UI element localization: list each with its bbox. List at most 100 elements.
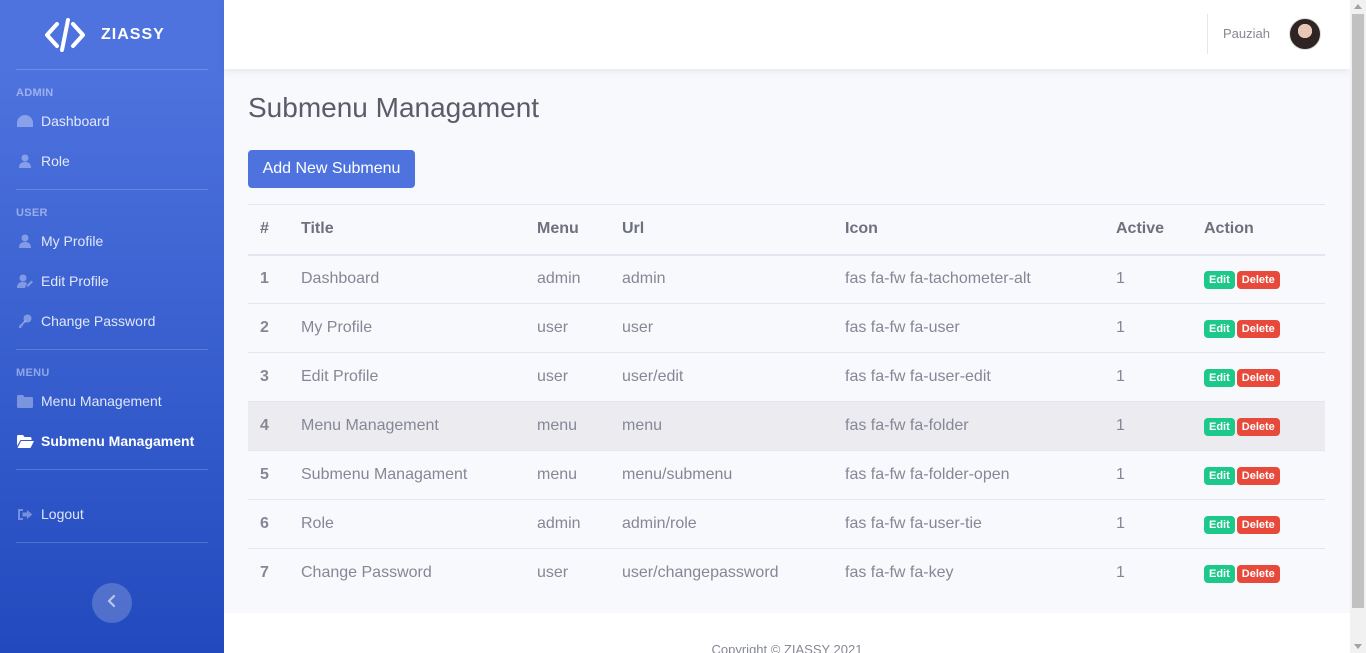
cell-title: Dashboard [289,254,525,304]
cell-title: Change Password [289,548,525,598]
user-icon [16,234,34,248]
cell-idx: 2 [248,303,289,353]
cell-idx: 7 [248,548,289,598]
sidebar-heading-admin: ADMIN [16,87,54,99]
cell-idx: 1 [248,254,289,304]
sign-out-icon [16,507,34,521]
sidebar-item-menu-management[interactable]: Menu Management [0,381,224,421]
column-header-action: Action [1192,204,1325,256]
sidebar-item-label: Submenu Managament [41,433,195,449]
cell-action: Edit Delete [1192,401,1325,451]
delete-button[interactable]: Delete [1236,466,1280,485]
user-name[interactable]: Pauziah [1223,26,1270,41]
sidebar-heading-user: USER [16,207,48,219]
sidebar-item-label: My Profile [41,233,104,249]
cell-icon: fas fa-fw fa-user [833,303,1104,353]
column-header-icon: Icon [833,204,1104,256]
column-header-url: Url [610,204,833,256]
cell-icon: fas fa-fw fa-tachometer-alt [833,254,1104,304]
cell-active: 1 [1104,254,1192,304]
table-row: 2 My Profile user user fas fa-fw fa-user 1 Edi… [248,303,1325,353]
sidebar-item-submenu-managament[interactable]: Submenu Managament [0,421,224,461]
table-row: 1 Dashboard admin admin fas fa-fw fa-tachome… [248,254,1325,304]
cell-url: user/changepassword [610,548,833,598]
cell-idx: 5 [248,450,289,500]
sidebar-item-label: Change Password [41,313,156,329]
cell-action: Edit Delete [1192,303,1325,353]
footer: Copyright © ZIASSY 2021 [224,613,1350,653]
scrollbar-thumb[interactable] [1352,14,1364,608]
delete-button[interactable]: Delete [1236,564,1280,583]
column-header-index: # [248,204,289,256]
scroll-up-arrow-icon[interactable] [1354,4,1362,9]
tachometer-icon [16,114,34,128]
cell-menu: menu [525,401,610,451]
sidebar-item-label: Edit Profile [41,273,109,289]
chevron-left-icon [107,594,117,612]
sidebar-heading-menu: MENU [16,367,50,379]
table-row: 5 Submenu Managament menu menu/submenu fas f… [248,450,1325,500]
cell-menu: user [525,352,610,402]
delete-button[interactable]: Delete [1236,515,1280,534]
cell-url: user [610,303,833,353]
edit-button[interactable]: Edit [1204,270,1235,289]
sidebar: ZIASSY ADMIN Dashboard Role USER My Prof… [0,0,224,653]
sidebar-item-edit-profile[interactable]: Edit Profile [0,261,224,301]
edit-button[interactable]: Edit [1204,466,1235,485]
cell-title: My Profile [289,303,525,353]
cell-title: Edit Profile [289,352,525,402]
delete-button[interactable]: Delete [1236,319,1280,338]
table-row: 4 Menu Management menu menu fas fa-fw fa-fol… [248,401,1325,451]
folder-icon [16,394,34,408]
cell-url: admin/role [610,499,833,549]
add-new-submenu-button[interactable]: Add New Submenu [248,150,415,188]
scroll-down-arrow-icon[interactable] [1354,644,1362,649]
cell-icon: fas fa-fw fa-folder [833,401,1104,451]
cell-action: Edit Delete [1192,450,1325,500]
delete-button[interactable]: Delete [1236,368,1280,387]
sidebar-item-label: Menu Management [41,393,162,409]
sidebar-item-label: Logout [41,506,84,522]
cell-menu: user [525,548,610,598]
brand-name: ZIASSY [101,25,165,43]
cell-active: 1 [1104,450,1192,500]
cell-action: Edit Delete [1192,499,1325,549]
vertical-scrollbar[interactable] [1350,0,1366,653]
cell-active: 1 [1104,548,1192,598]
delete-button[interactable]: Delete [1236,417,1280,436]
cell-icon: fas fa-fw fa-user-tie [833,499,1104,549]
edit-button[interactable]: Edit [1204,564,1235,583]
cell-url: admin [610,254,833,304]
user-tie-icon [16,154,34,168]
sidebar-item-label: Dashboard [41,113,110,129]
cell-idx: 4 [248,401,289,451]
code-logo-icon [44,17,86,53]
sidebar-toggle-button[interactable] [92,583,132,623]
table-row: 3 Edit Profile user user/edit fas fa-fw fa-u… [248,352,1325,402]
cell-menu: admin [525,499,610,549]
edit-button[interactable]: Edit [1204,368,1235,387]
column-header-active: Active [1104,204,1192,256]
delete-button[interactable]: Delete [1236,270,1280,289]
cell-title: Submenu Managament [289,450,525,500]
key-icon [16,314,34,328]
sidebar-brand[interactable]: ZIASSY [0,0,224,69]
sidebar-divider [16,542,208,543]
sidebar-item-dashboard[interactable]: Dashboard [0,101,224,141]
cell-icon: fas fa-fw fa-user-edit [833,352,1104,402]
avatar[interactable] [1289,18,1321,50]
column-header-title: Title [289,204,525,256]
sidebar-item-my-profile[interactable]: My Profile [0,221,224,261]
column-header-menu: Menu [525,204,610,256]
edit-button[interactable]: Edit [1204,417,1235,436]
cell-url: menu/submenu [610,450,833,500]
topbar-divider [1207,14,1208,54]
sidebar-item-logout[interactable]: Logout [0,494,224,534]
edit-button[interactable]: Edit [1204,319,1235,338]
cell-url: user/edit [610,352,833,402]
cell-menu: admin [525,254,610,304]
table-row: 6 Role admin admin/role fas fa-fw fa-user-ti… [248,499,1325,549]
edit-button[interactable]: Edit [1204,515,1235,534]
sidebar-item-change-password[interactable]: Change Password [0,301,224,341]
sidebar-item-role[interactable]: Role [0,141,224,181]
